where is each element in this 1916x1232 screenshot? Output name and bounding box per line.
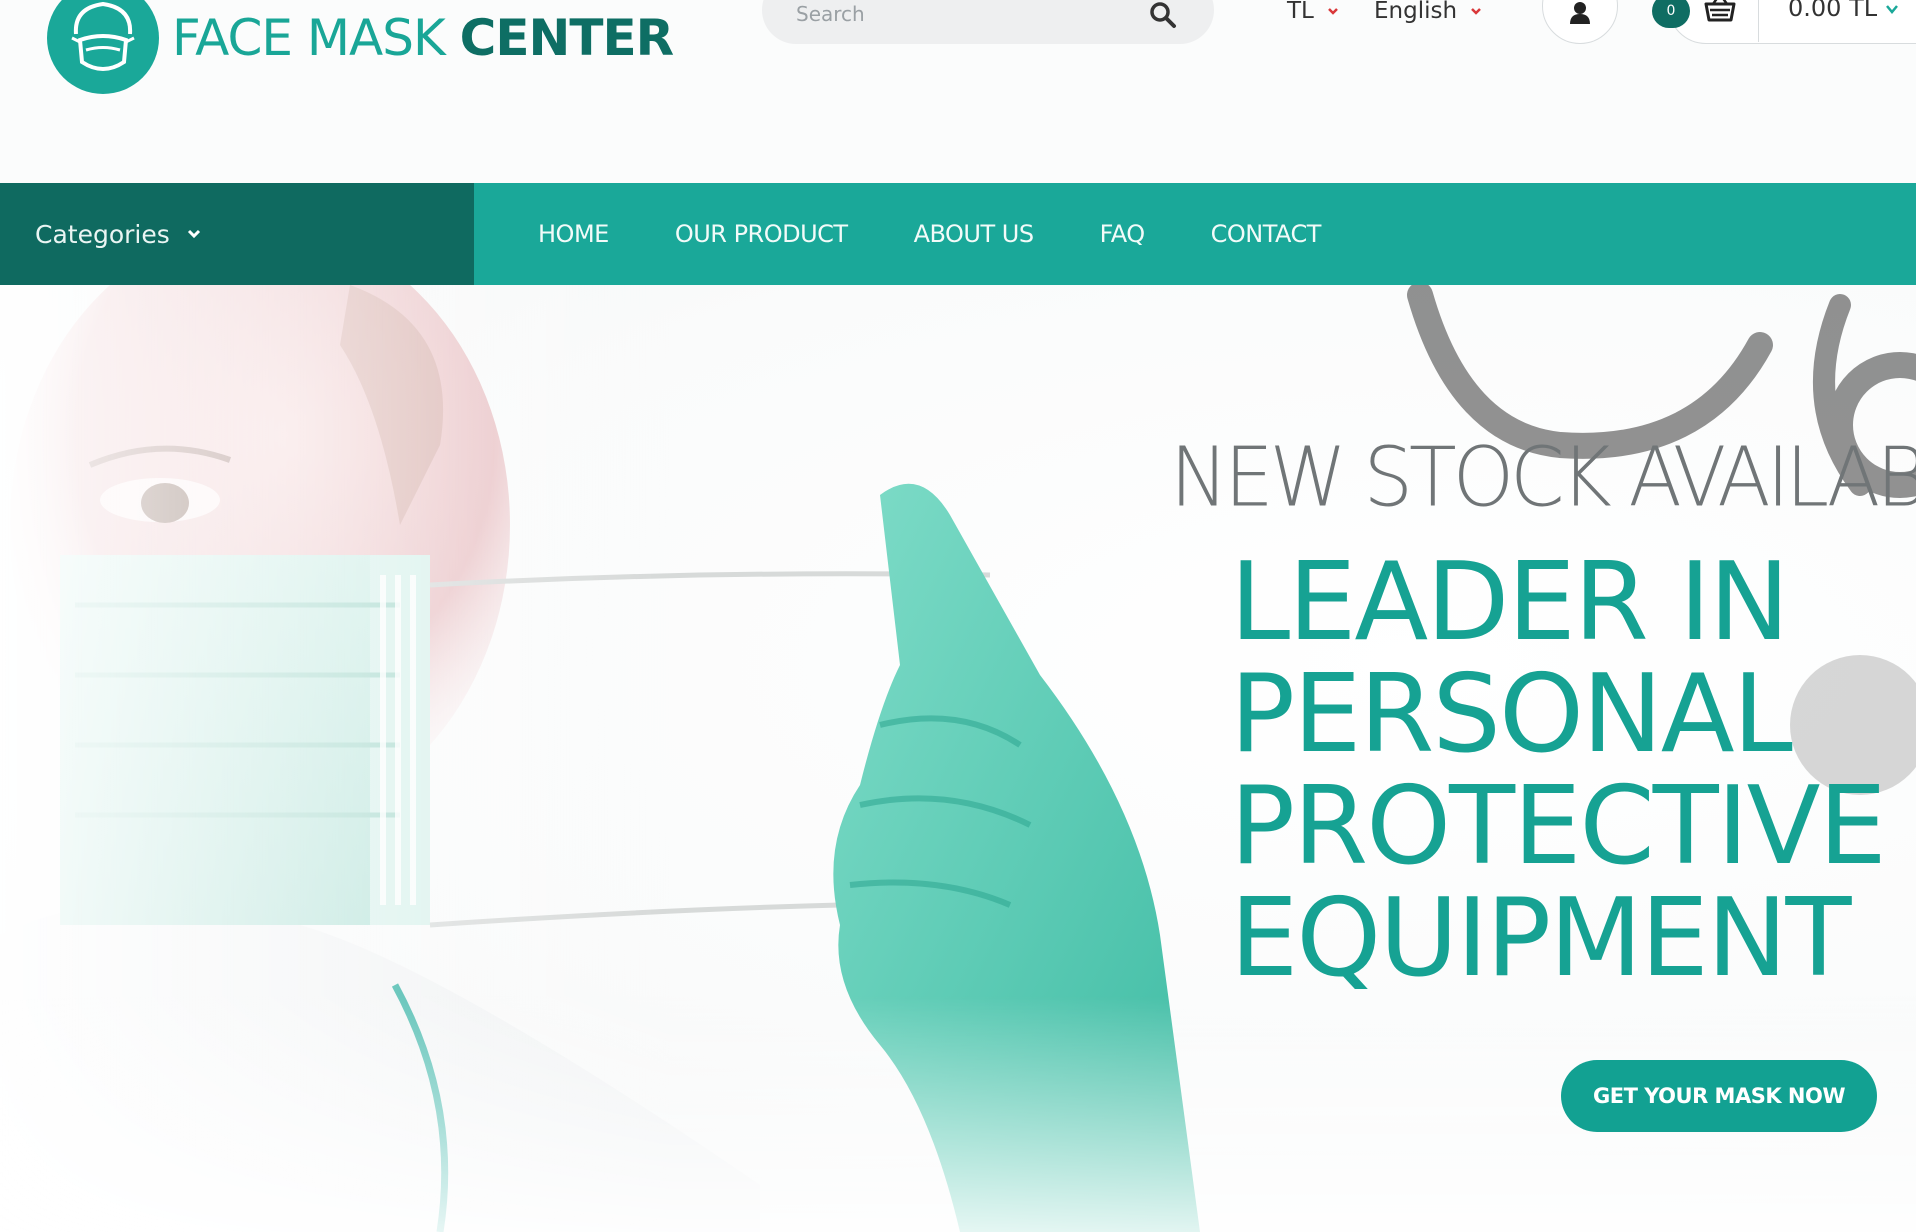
nav-home[interactable]: HOME — [538, 220, 609, 248]
chevron-down-icon — [187, 229, 200, 239]
nav-our-product[interactable]: OUR PRODUCT — [675, 220, 848, 248]
basket-icon[interactable] — [1704, 0, 1736, 24]
nav-about-us[interactable]: ABOUT US — [914, 220, 1035, 248]
main-navbar: Categories HOME OUR PRODUCT ABOUT US FAQ… — [0, 183, 1916, 285]
categories-dropdown[interactable]: Categories — [0, 183, 474, 285]
language-selected: English — [1374, 0, 1458, 24]
hero-title-line: PERSONAL — [1230, 652, 1793, 777]
brand-name-part2: CENTER — [459, 9, 674, 67]
nav-contact[interactable]: CONTACT — [1211, 220, 1322, 248]
brand-name-part1: FACE MASK — [172, 9, 460, 67]
cart-total: 0.00 TL — [1788, 0, 1878, 22]
currency-selected: TL — [1287, 0, 1314, 24]
categories-label: Categories — [35, 219, 170, 249]
site-header: FACE MASK CENTER TL English 0 0.00 TL — [0, 0, 1916, 183]
hero-title-line: LEADER IN — [1230, 540, 1790, 665]
face-mask-logo-icon — [47, 0, 159, 94]
primary-menu: HOME OUR PRODUCT ABOUT US FAQ CONTACT — [538, 183, 1387, 285]
cart-divider — [1758, 0, 1759, 42]
search-bar — [762, 0, 1214, 44]
hero-subtitle: NEW STOCK AVAILABLE — [1170, 430, 1916, 526]
search-icon[interactable] — [1148, 0, 1178, 30]
brand-name: FACE MASK CENTER — [172, 13, 674, 63]
language-dropdown[interactable]: English — [1374, 0, 1483, 24]
chevron-down-icon[interactable] — [1884, 2, 1900, 16]
search-input[interactable] — [794, 0, 1138, 30]
user-icon — [1570, 2, 1590, 24]
chevron-down-icon — [1327, 8, 1338, 15]
hero-title-line: EQUIPMENT — [1230, 876, 1851, 1001]
brand-logo[interactable]: FACE MASK CENTER — [44, 0, 674, 94]
currency-dropdown[interactable]: TL — [1287, 0, 1340, 24]
hero-title: LEADER IN PERSONAL PROTECTIVE EQUIPMENT — [1230, 547, 1910, 995]
hero-title-line: PROTECTIVE — [1230, 764, 1887, 889]
nav-faq[interactable]: FAQ — [1100, 220, 1146, 248]
hero-banner: NEW STOCK AVAILABLE LEADER IN PERSONAL P… — [0, 285, 1916, 1232]
get-mask-button[interactable]: GET YOUR MASK NOW — [1561, 1060, 1877, 1132]
chevron-down-icon — [1471, 8, 1481, 15]
account-button[interactable] — [1542, 0, 1618, 44]
